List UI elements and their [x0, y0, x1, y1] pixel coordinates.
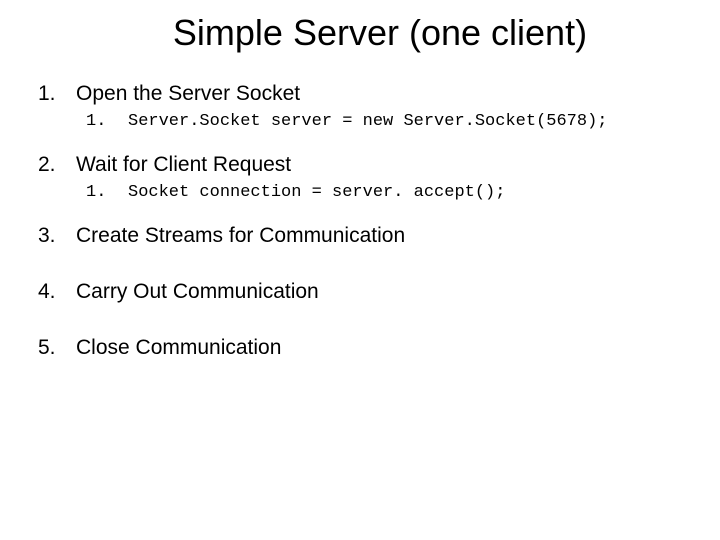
spacer: [38, 254, 690, 280]
item-text: Wait for Client Request: [76, 153, 291, 177]
item-text: Carry Out Communication: [76, 280, 319, 304]
list-item: 4. Carry Out Communication: [38, 280, 690, 304]
sub-item-code: Socket connection = server. accept();: [128, 183, 505, 202]
sub-item: 1. Socket connection = server. accept();: [86, 183, 690, 202]
item-number: 4.: [38, 280, 76, 304]
item-number: 5.: [38, 336, 76, 360]
item-number: 2.: [38, 153, 76, 177]
list-item: 1. Open the Server Socket: [38, 82, 690, 106]
item-text: Create Streams for Communication: [76, 224, 405, 248]
slide-title: Simple Server (one client): [70, 12, 690, 54]
sub-list: 1. Socket connection = server. accept();: [38, 183, 690, 202]
item-number: 3.: [38, 224, 76, 248]
sub-item-number: 1.: [86, 183, 128, 202]
list-item: 2. Wait for Client Request: [38, 153, 690, 177]
sub-item-code: Server.Socket server = new Server.Socket…: [128, 112, 607, 131]
main-list: 1. Open the Server Socket 1. Server.Sock…: [30, 82, 690, 360]
list-item: 3. Create Streams for Communication: [38, 224, 690, 248]
sub-item: 1. Server.Socket server = new Server.Soc…: [86, 112, 690, 131]
spacer: [38, 310, 690, 336]
item-number: 1.: [38, 82, 76, 106]
sub-item-number: 1.: [86, 112, 128, 131]
item-text: Open the Server Socket: [76, 82, 300, 106]
sub-list: 1. Server.Socket server = new Server.Soc…: [38, 112, 690, 131]
list-item: 5. Close Communication: [38, 336, 690, 360]
slide: Simple Server (one client) 1. Open the S…: [0, 0, 720, 540]
item-text: Close Communication: [76, 336, 281, 360]
